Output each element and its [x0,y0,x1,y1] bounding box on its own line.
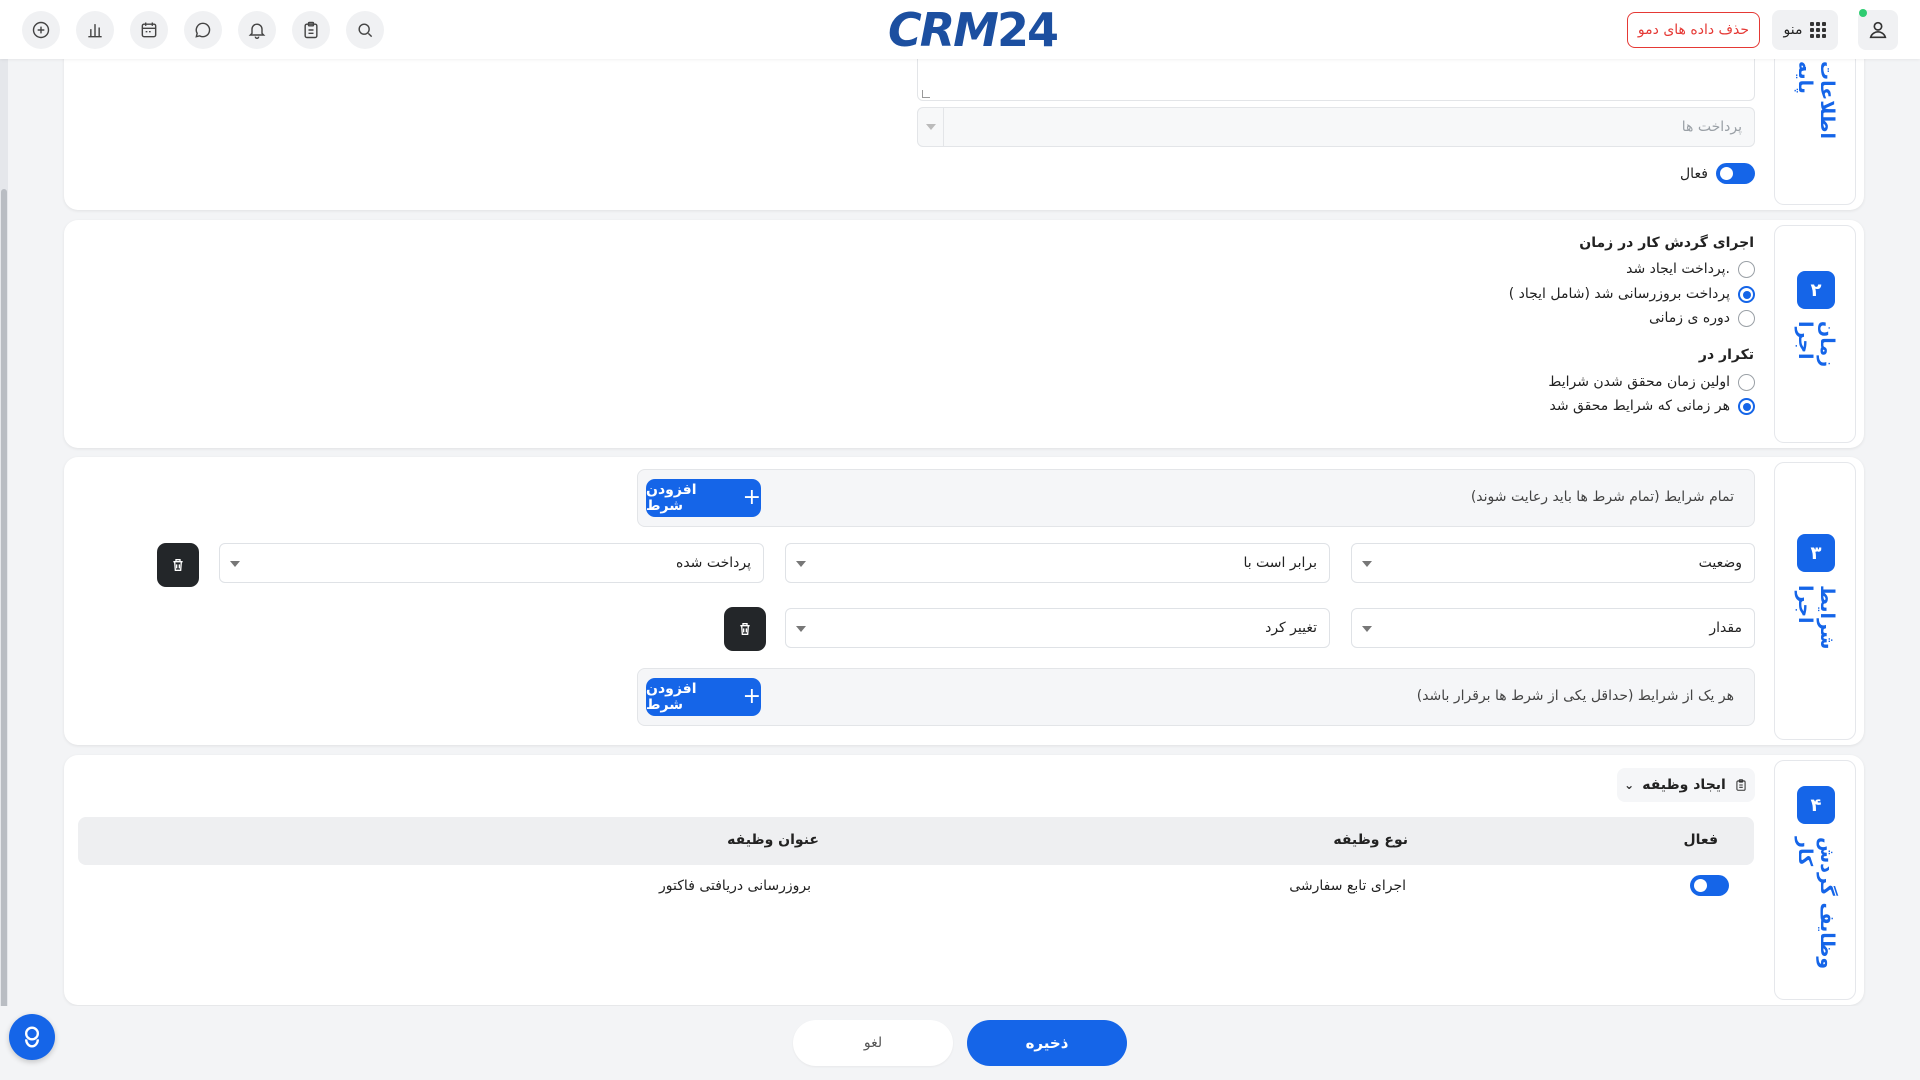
chevron-down-icon [918,108,944,146]
trash-icon [740,623,750,635]
condition-field-select[interactable]: مقدار [1351,608,1755,648]
side-tab-basic-info[interactable]: اطلاعات پایه [1774,50,1856,205]
plus-icon: + [742,684,761,709]
all-conditions-group: تمام شرایط (تمام شرط ها باید رعایت شوند)… [637,469,1755,527]
side-tab-label: اطلاعات پایه [1794,61,1838,140]
side-tab-label: زمان اجرا [1794,321,1838,368]
repeat-option-label-0[interactable]: اولین زمان محقق شدن شرایط [1548,374,1730,390]
bell-icon[interactable] [238,11,276,49]
column-task-type: نوع وظیفه [1333,832,1408,848]
condition-value-select[interactable]: پرداخت شده [219,543,764,583]
active-label: فعال [1680,166,1708,182]
side-tab-label: وظایف گردش کار [1794,837,1838,970]
all-conditions-label: تمام شرایط (تمام شرط ها باید رعایت شوند) [1470,489,1734,505]
calendar-icon[interactable] [130,11,168,49]
scrollbar-thumb[interactable] [1,189,7,1009]
logo[interactable]: CRM 24 [888,3,1059,57]
clipboard-icon[interactable] [292,11,330,49]
delete-demo-data-button[interactable]: حذف داده های دمو [1627,12,1760,48]
add-condition-button[interactable]: افزودن شرط + [646,678,761,716]
side-tab-number: ۴ [1797,786,1835,824]
run-option-label-2[interactable]: دوره ی زمانی [1649,310,1730,326]
run-heading: اجرای گردش کار در زمان [1579,235,1754,251]
column-task-title: عنوان وظیفه [727,832,819,848]
condition-operator-select[interactable]: تغییر کرد [785,608,1330,648]
side-tab-run-conditions[interactable]: ۳ شرایط اجرا [1774,462,1856,740]
delete-condition-button[interactable] [724,607,766,651]
chat-icon[interactable] [184,11,222,49]
save-button[interactable]: ذخیره [967,1020,1127,1066]
support-chat-icon [25,1026,39,1048]
clipboard-icon [1736,779,1746,791]
run-option-label-0[interactable]: پرداخت ایجاد شد. [1626,261,1730,277]
payments-select[interactable]: پرداخت ها [917,107,1755,147]
chevron-down-icon: ⌄ [1624,778,1635,792]
page-scrollbar[interactable] [0,59,8,1009]
task-type-cell: اجرای تابع سفارشی [1289,878,1406,894]
side-tab-number: ۲ [1797,271,1835,309]
run-option-radio-0[interactable] [1738,261,1755,278]
condition-operator-select[interactable]: برابر است با [785,543,1330,583]
repeat-option-label-1[interactable]: هر زمانی که شرایط محقق شد [1549,398,1730,414]
side-tab-workflow-tasks[interactable]: ۴ وظایف گردش کار [1774,760,1856,1000]
column-active: فعال [1683,832,1718,848]
any-conditions-group: هر یک از شرایط (حداقل یکی از شرط ها برقر… [637,668,1755,726]
chevron-down-icon [230,561,240,567]
run-option-radio-2[interactable] [1738,310,1755,327]
repeat-option-radio-1[interactable] [1738,398,1755,415]
run-option-label-1[interactable]: پرداخت بروزرسانی شد (شامل ایجاد ) [1509,286,1730,302]
side-tab-run-time[interactable]: ۲ زمان اجرا [1774,225,1856,443]
menu-label: منو [1783,22,1803,38]
delete-condition-button[interactable] [157,543,199,587]
run-option-radio-1[interactable] [1738,286,1755,303]
add-icon[interactable] [22,11,60,49]
tasks-table-header: فعال نوع وظیفه عنوان وظیفه [78,817,1754,865]
apps-grid-icon [1810,22,1827,38]
chevron-down-icon [1362,626,1372,632]
repeat-heading: تکرار در [1698,347,1754,363]
chevron-down-icon [796,561,806,567]
top-bar: CRM 24 حذف داده های دمو منو [0,0,1920,59]
task-title-cell: بروزرسانی دریافتی فاکتور [659,878,811,894]
description-textarea[interactable] [917,55,1755,101]
trash-icon [173,559,183,571]
task-active-toggle[interactable] [1690,875,1729,896]
online-status-dot [1859,9,1867,17]
support-chat-button[interactable] [9,1014,55,1060]
repeat-option-radio-0[interactable] [1738,374,1755,391]
chart-icon[interactable] [76,11,114,49]
condition-field-select[interactable]: وضعیت [1351,543,1755,583]
chevron-down-icon [796,626,806,632]
payments-placeholder: پرداخت ها [1681,119,1742,135]
menu-button[interactable]: منو [1772,10,1838,50]
footer-bar [0,1006,1920,1080]
any-conditions-label: هر یک از شرایط (حداقل یکی از شرط ها برقر… [1416,688,1734,704]
side-tab-label: شرایط اجرا [1794,585,1838,650]
user-icon [1869,21,1887,39]
add-condition-button[interactable]: افزودن شرط + [646,479,761,517]
resize-handle[interactable] [922,90,930,98]
active-toggle[interactable] [1716,163,1755,184]
cancel-button[interactable]: لغو [793,1020,953,1066]
section-workflow-tasks: ۴ وظایف گردش کار [64,755,1864,1005]
create-task-dropdown[interactable]: ⌄ ایجاد وظیفه [1617,768,1755,802]
chevron-down-icon [1362,561,1372,567]
side-tab-number: ۳ [1797,534,1835,572]
search-icon[interactable] [346,11,384,49]
plus-icon: + [742,485,761,510]
